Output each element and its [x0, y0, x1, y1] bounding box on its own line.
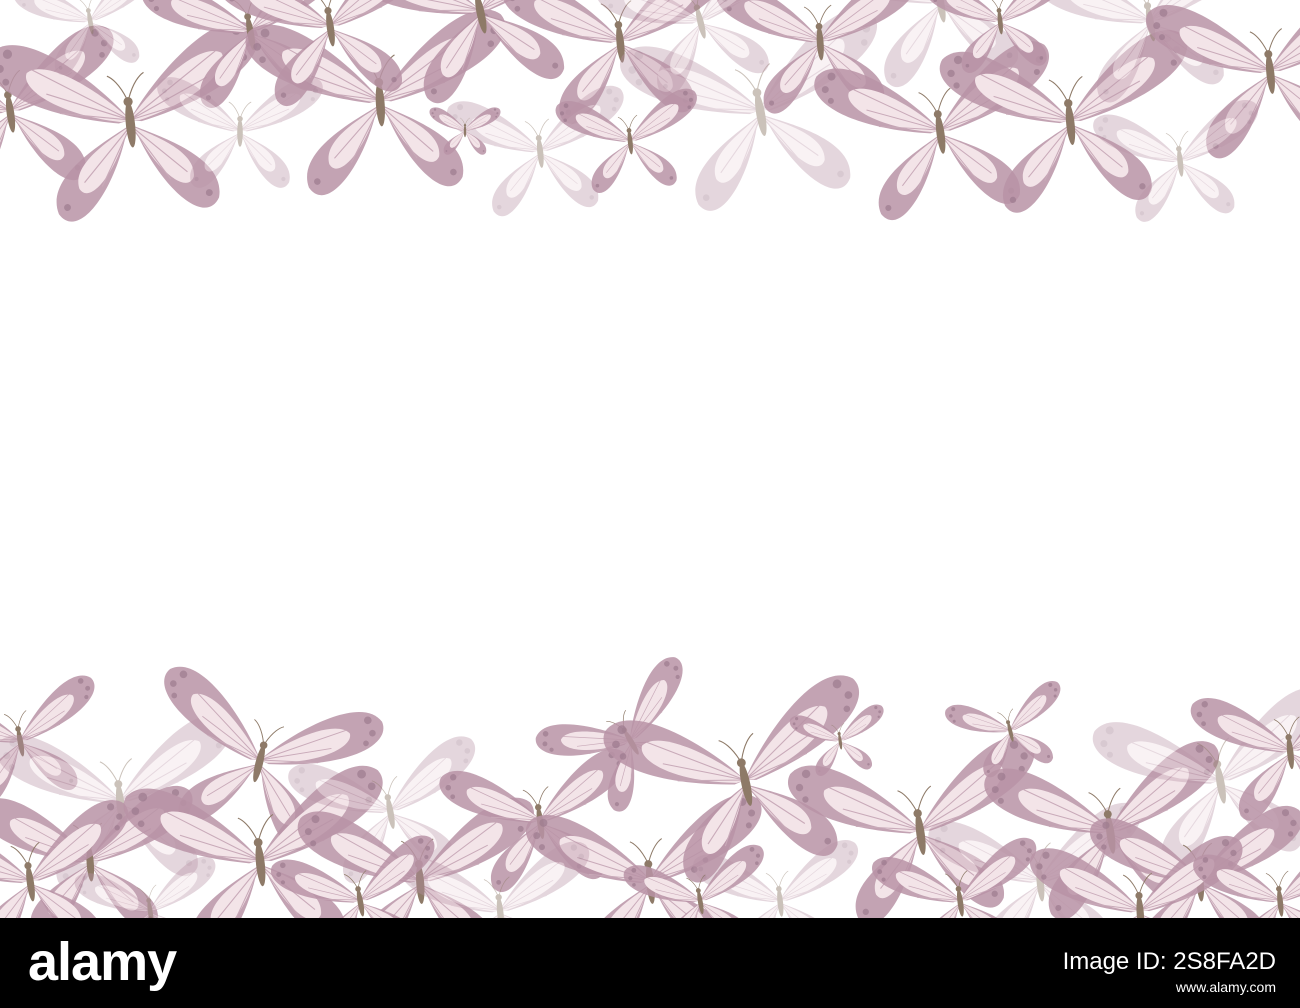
- bottom-butterfly-border: [0, 652, 1300, 918]
- watercolor-butterfly-frame: .wing{fill:#b893a6;opacity:0.85}.inner{f…: [0, 0, 1300, 918]
- site-url: www.alamy.com: [1175, 979, 1276, 995]
- brand-logo: alamy: [28, 932, 177, 992]
- image-id-label: Image ID: 2S8FA2D: [1062, 948, 1276, 975]
- butterfly-border-scene: .wing{fill:#b893a6;opacity:0.85}.inner{f…: [0, 0, 1300, 918]
- top-butterfly-border: [0, 0, 1300, 230]
- top-butterfly-icon: [445, 83, 636, 222]
- watermark-bar: alamy Image ID: 2S8FA2D www.alamy.com: [0, 918, 1300, 1008]
